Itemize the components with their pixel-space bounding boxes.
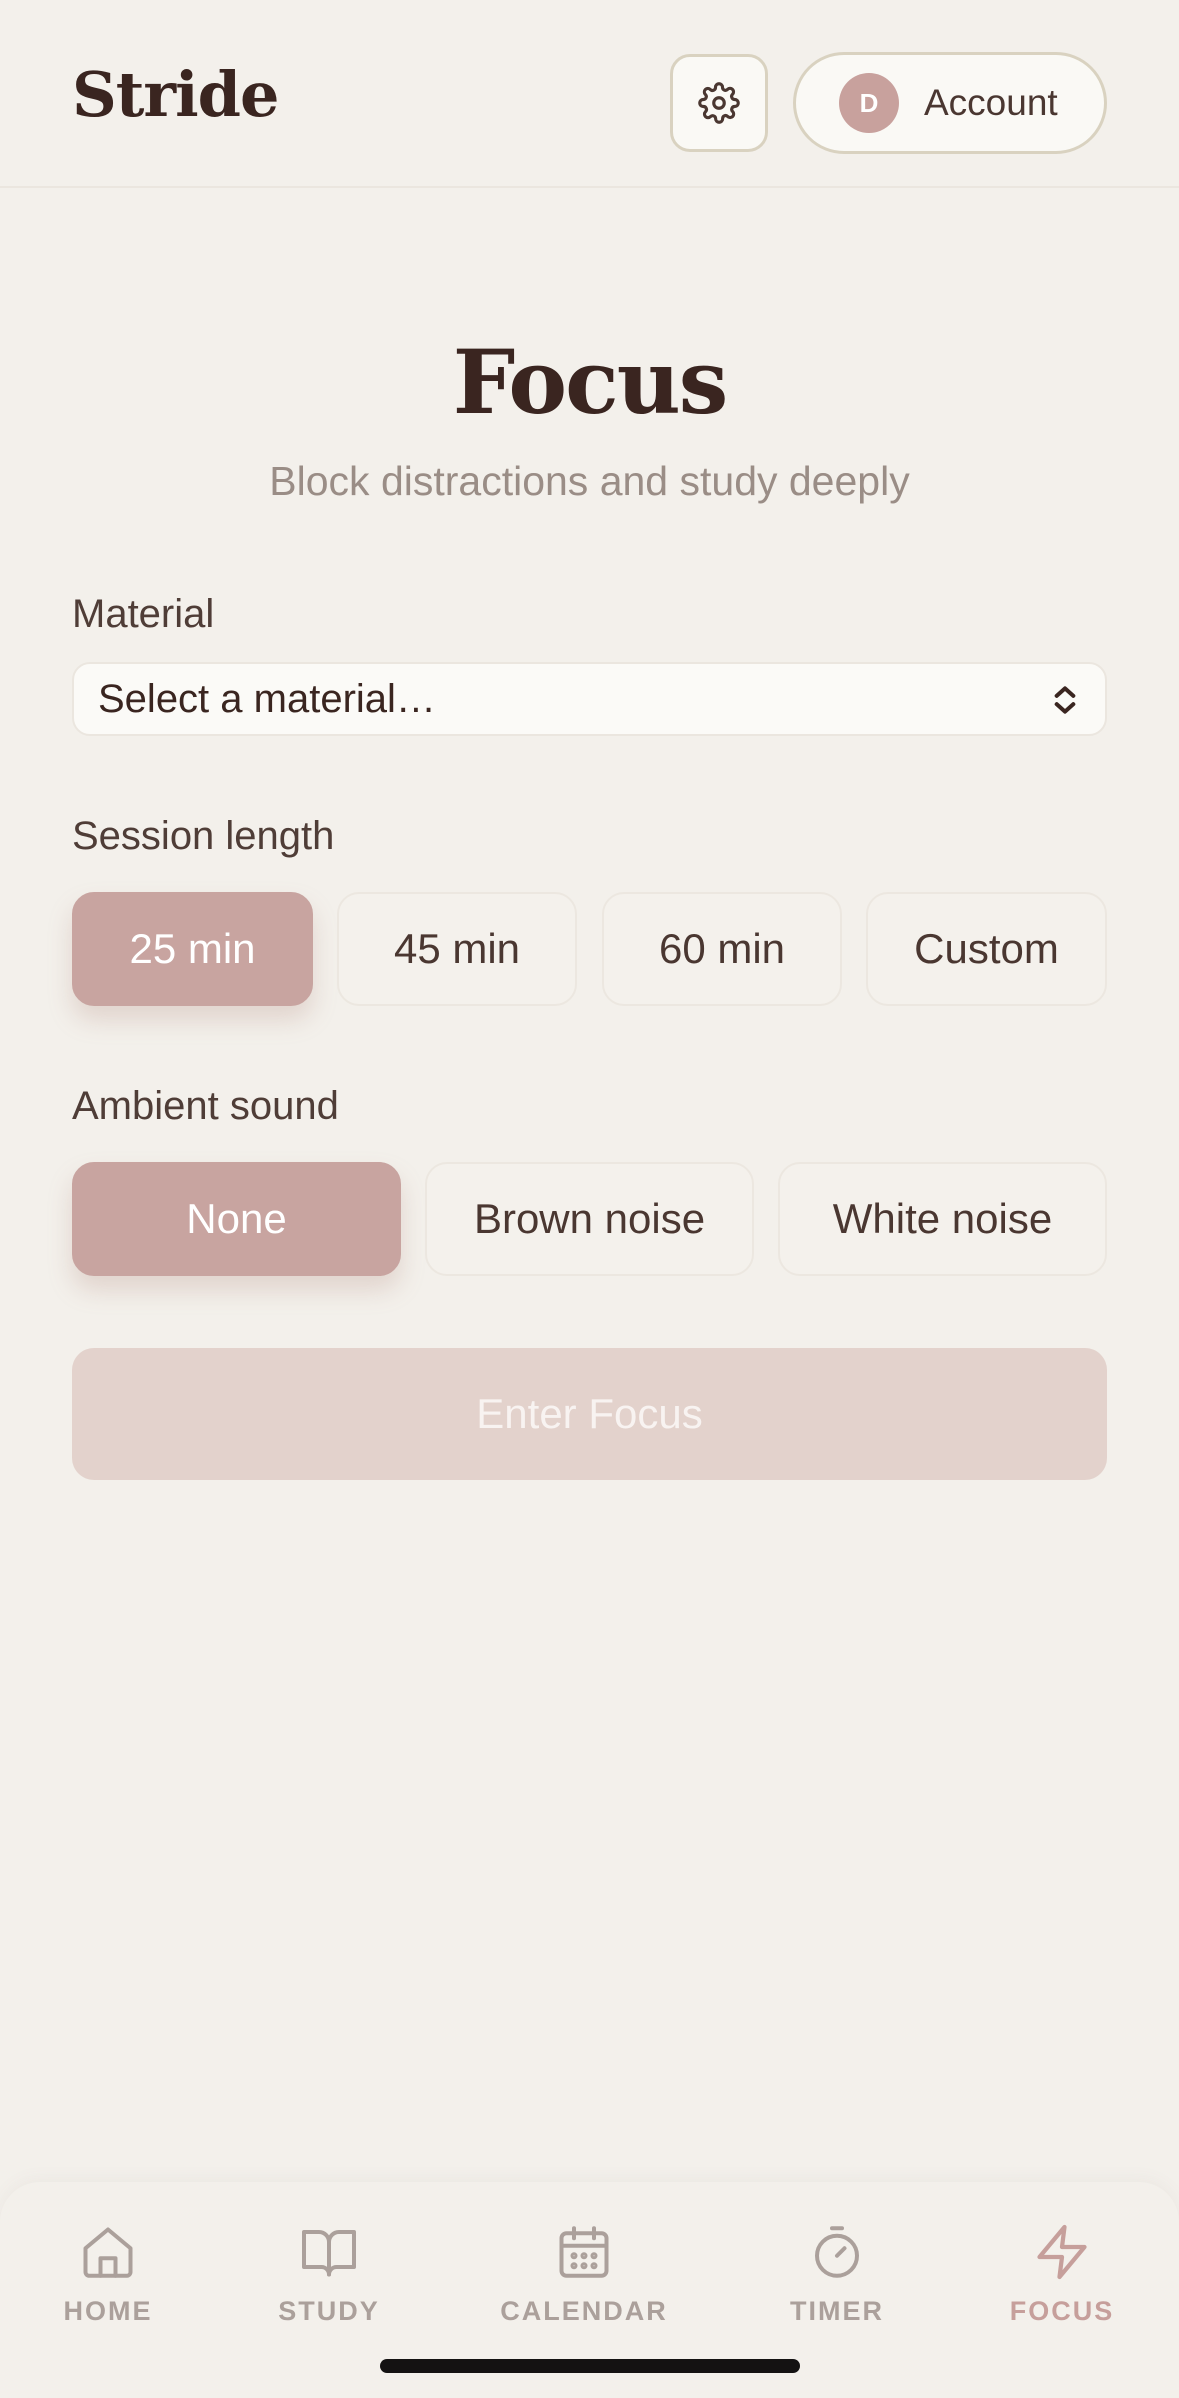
brand-logo[interactable]: Stride bbox=[72, 58, 279, 131]
session-length-label: Session length bbox=[72, 814, 335, 858]
session-option-60[interactable]: 60 min bbox=[602, 892, 842, 1006]
session-option-custom[interactable]: Custom bbox=[866, 892, 1107, 1006]
ambient-option-none[interactable]: None bbox=[72, 1162, 401, 1276]
lightning-icon bbox=[1037, 2224, 1087, 2280]
chevron-updown-icon bbox=[1054, 686, 1076, 714]
nav-item-calendar[interactable]: CALENDAR bbox=[484, 2222, 684, 2327]
nav-item-home[interactable]: HOME bbox=[8, 2222, 208, 2327]
nav-item-timer[interactable]: TIMER bbox=[737, 2222, 937, 2327]
nav-label-focus: FOCUS bbox=[1009, 2296, 1115, 2326]
ambient-sound-label: Ambient sound bbox=[72, 1084, 339, 1128]
account-label: Account bbox=[924, 82, 1058, 123]
book-icon bbox=[302, 2230, 356, 2277]
ambient-option-brown-noise[interactable]: Brown noise bbox=[425, 1162, 754, 1276]
home-indicator bbox=[380, 2359, 800, 2373]
avatar: D bbox=[839, 73, 899, 133]
page-subtitle: Block distractions and study deeply bbox=[269, 458, 910, 504]
session-option-45[interactable]: 45 min bbox=[337, 892, 577, 1006]
page-title: Focus bbox=[452, 330, 728, 434]
gear-icon bbox=[698, 82, 740, 124]
timer-icon bbox=[815, 2226, 859, 2278]
app-header: Stride D Account bbox=[0, 0, 1179, 188]
nav-label-timer: TIMER bbox=[790, 2296, 884, 2326]
enter-focus-button[interactable]: Enter Focus bbox=[72, 1348, 1107, 1480]
nav-label-home: HOME bbox=[63, 2296, 153, 2326]
session-option-25[interactable]: 25 min bbox=[72, 892, 313, 1006]
home-icon bbox=[83, 2227, 133, 2278]
nav-label-calendar: CALENDAR bbox=[500, 2296, 668, 2326]
ambient-option-white-noise[interactable]: White noise bbox=[778, 1162, 1107, 1276]
account-button[interactable]: D Account bbox=[793, 52, 1107, 154]
settings-button[interactable] bbox=[670, 54, 768, 152]
nav-label-study: STUDY bbox=[278, 2296, 380, 2326]
nav-item-focus[interactable]: FOCUS bbox=[962, 2222, 1162, 2327]
material-label: Material bbox=[72, 592, 215, 636]
material-select-value: Select a material… bbox=[98, 676, 436, 721]
calendar-icon bbox=[559, 2226, 609, 2278]
material-select[interactable]: Select a material… bbox=[72, 662, 1107, 736]
nav-item-study[interactable]: STUDY bbox=[229, 2222, 429, 2327]
